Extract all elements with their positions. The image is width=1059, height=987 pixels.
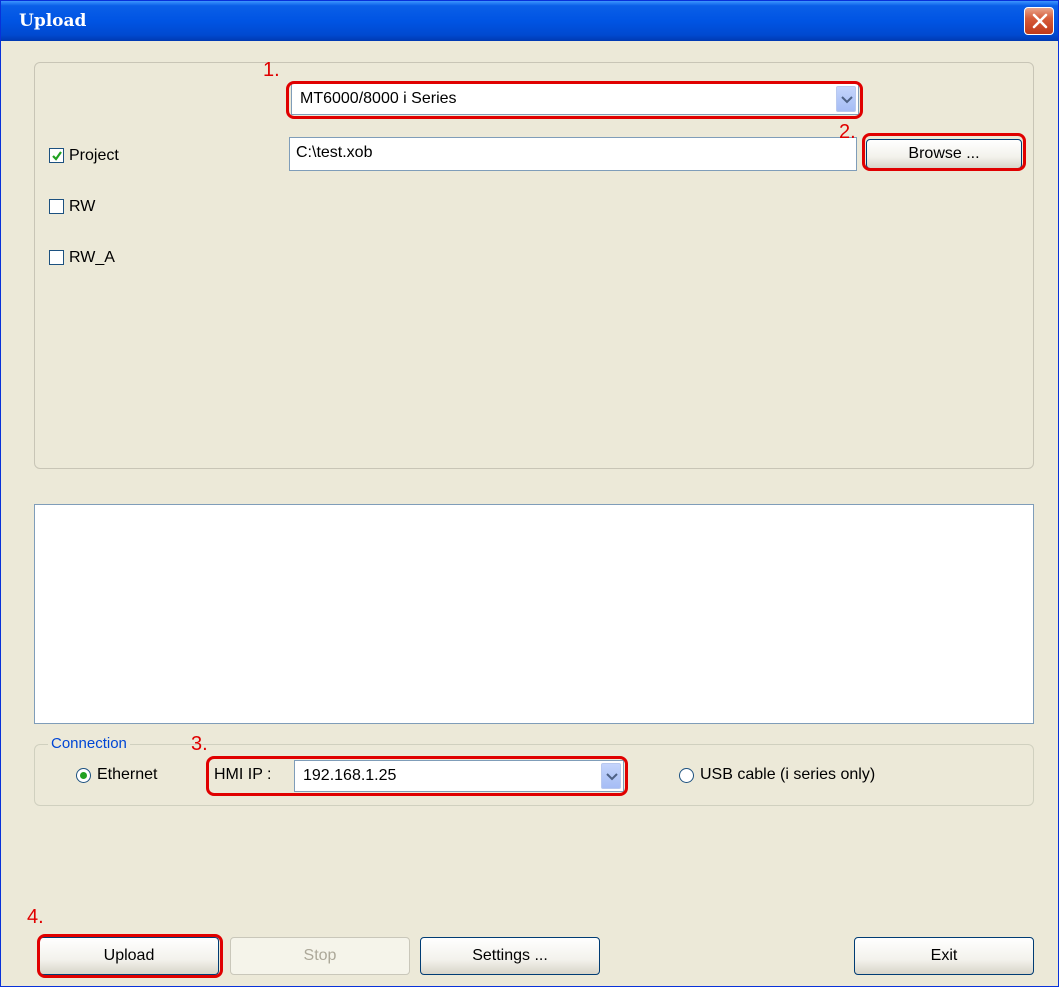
title-bar[interactable]: Upload [1,1,1058,41]
step-1-label: 1. [263,59,280,81]
settings-button-label: Settings ... [472,947,548,964]
rw-checkbox[interactable] [49,199,64,214]
ethernet-label: Ethernet [97,766,158,783]
chevron-down-icon [606,773,618,781]
project-path-input[interactable]: C:\test.xob [289,137,857,171]
usb-option[interactable]: USB cable (i series only) [679,766,959,788]
hmi-ip-select[interactable]: 192.168.1.25 [294,760,624,792]
device-series-dropdown-button[interactable] [836,86,856,112]
step-3-label: 3. [191,733,208,755]
ethernet-radio[interactable] [76,768,91,783]
project-checkbox-label: Project [69,147,119,164]
usb-radio[interactable] [679,768,694,783]
chevron-down-icon [841,96,853,104]
device-series-value: MT6000/8000 i Series [300,90,457,107]
device-series-select[interactable]: MT6000/8000 i Series [291,83,859,115]
option-project[interactable]: Project [49,146,169,168]
stop-button-label: Stop [303,947,337,964]
log-output-area[interactable] [34,504,1034,724]
project-path-value: C:\test.xob [296,144,373,161]
connection-legend: Connection [48,735,130,752]
step-4-label: 4. [27,906,44,928]
close-icon [1032,13,1048,29]
radio-selected-dot [80,772,87,779]
rw-a-checkbox-label: RW_A [69,249,115,266]
project-checkbox[interactable] [49,148,64,163]
hmi-ip-value: 192.168.1.25 [303,767,397,784]
rw-a-checkbox[interactable] [49,250,64,265]
upload-dialog: Upload MT6000/8000 i Series C:\test.xob … [0,0,1059,987]
window-title: Upload [19,11,87,31]
ethernet-option[interactable]: Ethernet [76,766,196,788]
exit-button[interactable]: Exit [854,937,1034,975]
browse-button[interactable]: Browse ... [866,139,1022,169]
hmi-ip-dropdown-button[interactable] [601,763,621,789]
stop-button[interactable]: Stop [230,937,410,975]
rw-checkbox-label: RW [69,198,96,215]
exit-button-label: Exit [930,947,958,964]
upload-button[interactable]: Upload [39,937,219,975]
settings-button[interactable]: Settings ... [420,937,600,975]
close-button[interactable] [1024,7,1054,35]
upload-button-label: Upload [103,947,155,964]
usb-label: USB cable (i series only) [700,766,876,783]
checkmark-icon [52,151,62,161]
step-2-label: 2. [839,121,856,143]
browse-button-label: Browse ... [908,145,980,162]
option-rw-a[interactable]: RW_A [49,248,169,270]
files-panel [34,62,1034,469]
option-rw[interactable]: RW [49,197,169,219]
hmi-ip-label: HMI IP : [214,766,272,783]
